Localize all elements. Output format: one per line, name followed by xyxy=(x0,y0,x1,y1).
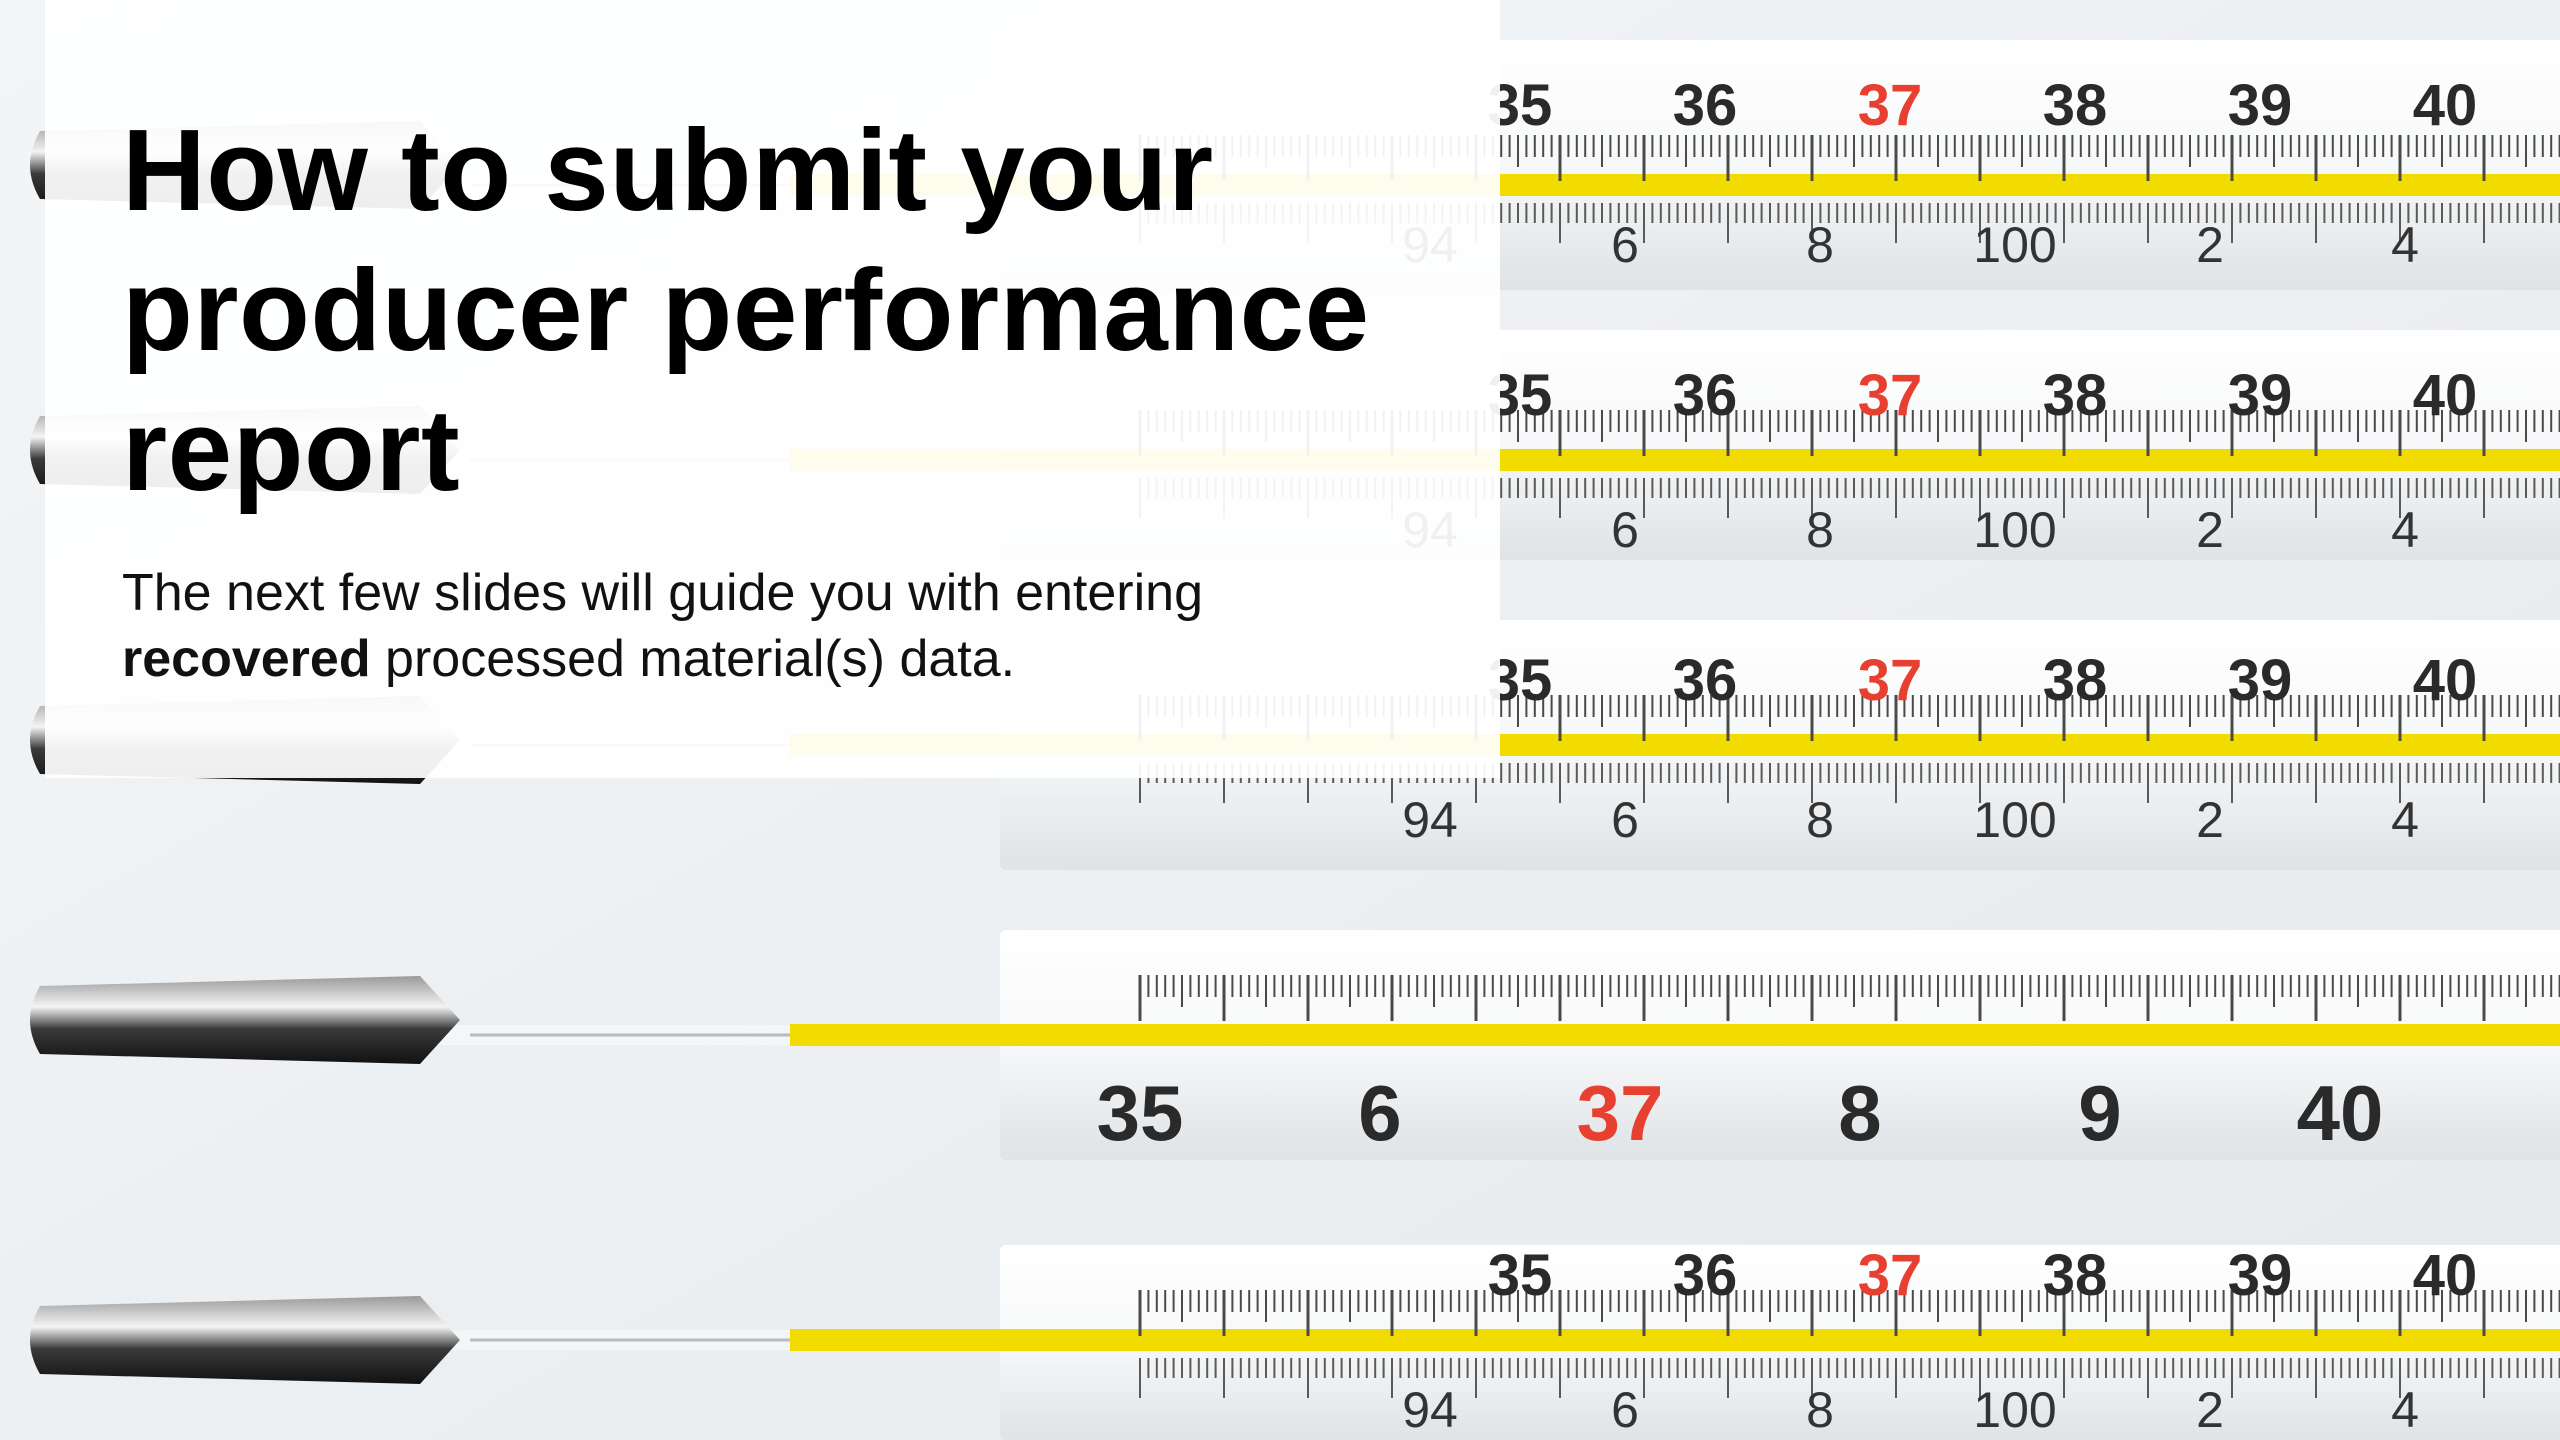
scale-numeral: 6 xyxy=(1358,1069,1401,1157)
scale-numeral: 37 xyxy=(1858,1243,1923,1308)
scale-numeral: 36 xyxy=(1673,73,1738,138)
slide-subtitle: The next few slides will guide you with … xyxy=(122,560,1462,692)
subtitle-line-2: recovered processed material(s) data. xyxy=(122,626,1462,692)
scale-sub-numeral: 8 xyxy=(1806,1382,1834,1438)
scale-numeral: 39 xyxy=(2228,363,2293,428)
slide-title: How to submit your producer performance … xyxy=(122,105,1370,515)
scale-numeral: 35 xyxy=(1488,1243,1553,1308)
scale-numeral: 37 xyxy=(1858,648,1923,713)
slide: 3536373839409468100243536373839409468100… xyxy=(0,0,2560,1440)
scale-numeral: 36 xyxy=(1673,363,1738,428)
scale-numeral: 36 xyxy=(1673,1243,1738,1308)
scale-numeral: 40 xyxy=(2413,363,2478,428)
mercury-column xyxy=(790,1024,2560,1046)
scale-sub-numeral: 2 xyxy=(2196,792,2224,848)
scale-sub-numeral: 6 xyxy=(1611,792,1639,848)
scale-numeral: 38 xyxy=(2043,363,2108,428)
scale-sub-numeral: 8 xyxy=(1806,792,1834,848)
subtitle-rest: processed material(s) data. xyxy=(370,630,1016,688)
scale-numeral: 38 xyxy=(2043,1243,2108,1308)
scale-sub-numeral: 4 xyxy=(2391,1382,2419,1438)
scale-sub-numeral: 94 xyxy=(1402,792,1458,848)
scale-sub-numeral: 6 xyxy=(1611,217,1639,273)
thermometer-tip xyxy=(30,1296,460,1384)
scale-sub-numeral: 4 xyxy=(2391,792,2419,848)
subtitle-line-1: The next few slides will guide you with … xyxy=(122,564,1204,622)
scale-numeral: 40 xyxy=(2413,1243,2478,1308)
scale-numeral: 38 xyxy=(2043,73,2108,138)
scale-sub-numeral: 6 xyxy=(1611,1382,1639,1438)
scale-numeral: 37 xyxy=(1577,1069,1664,1157)
scale-sub-numeral: 2 xyxy=(2196,217,2224,273)
scale-sub-numeral: 4 xyxy=(2391,502,2419,558)
scale-numeral: 40 xyxy=(2413,73,2478,138)
scale-sub-numeral: 8 xyxy=(1806,502,1834,558)
mercury-column xyxy=(790,1329,2560,1351)
scale-sub-numeral: 6 xyxy=(1611,502,1639,558)
scale-sub-numeral: 94 xyxy=(1402,1382,1458,1438)
scale-sub-numeral: 100 xyxy=(1973,502,2056,558)
subtitle-bold-word: recovered xyxy=(122,630,371,688)
scale-numeral: 38 xyxy=(2043,648,2108,713)
scale-numeral: 40 xyxy=(2413,648,2478,713)
scale-sub-numeral: 2 xyxy=(2196,1382,2224,1438)
scale-sub-numeral: 100 xyxy=(1973,217,2056,273)
scale-numeral: 35 xyxy=(1097,1069,1184,1157)
scale-numeral: 36 xyxy=(1673,648,1738,713)
scale-numeral: 9 xyxy=(2078,1069,2121,1157)
scale-numeral: 39 xyxy=(2228,73,2293,138)
scale-sub-numeral: 100 xyxy=(1973,1382,2056,1438)
scale-numeral: 40 xyxy=(2297,1069,2384,1157)
scale-sub-numeral: 8 xyxy=(1806,217,1834,273)
scale-numeral: 8 xyxy=(1838,1069,1881,1157)
scale-numeral: 37 xyxy=(1858,73,1923,138)
scale-sub-numeral: 2 xyxy=(2196,502,2224,558)
scale-numeral: 39 xyxy=(2228,1243,2293,1308)
thermometer-tip xyxy=(30,976,460,1064)
scale-numeral: 37 xyxy=(1858,363,1923,428)
scale-sub-numeral: 100 xyxy=(1973,792,2056,848)
scale-sub-numeral: 4 xyxy=(2391,217,2419,273)
scale-numeral: 39 xyxy=(2228,648,2293,713)
